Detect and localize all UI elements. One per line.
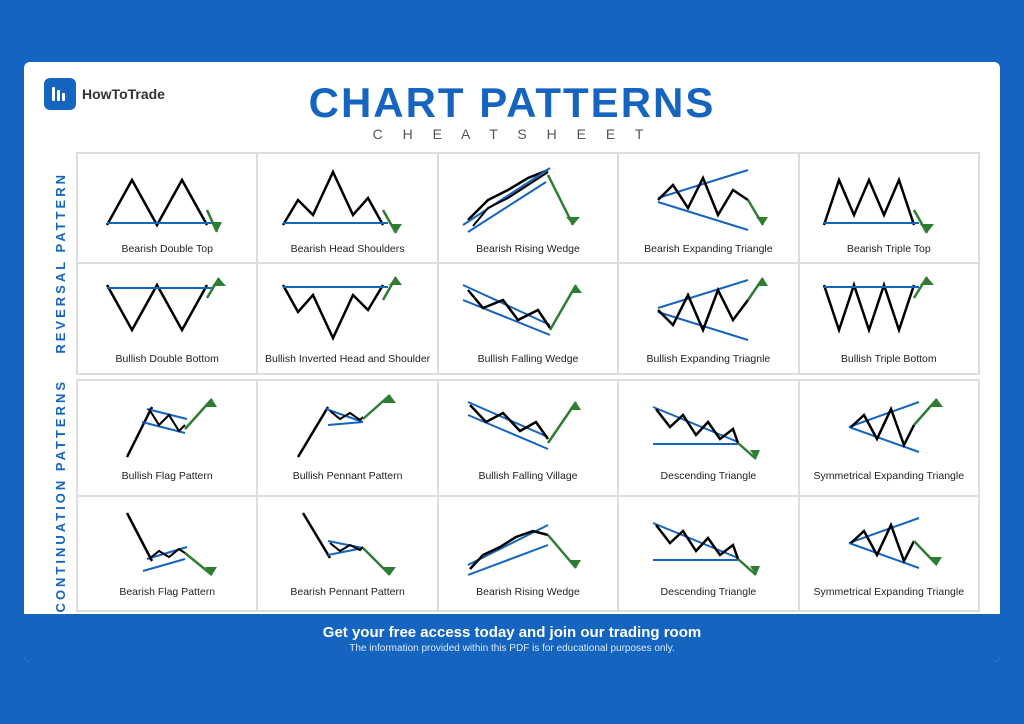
label-bullish-falling-wedge: Bullish Falling Wedge: [478, 353, 579, 367]
footer: Get your free access today and join our …: [24, 614, 1000, 662]
logo-icon: [44, 78, 76, 110]
pattern-bearish-double-top: Bearish Double Top: [77, 153, 257, 264]
label-bearish-pennant: Bearish Pennant Pattern: [290, 586, 404, 600]
continuation-label-col: CONTINUATION PATTERNS: [44, 379, 76, 612]
pattern-bullish-double-bottom: Bullish Double Bottom: [77, 263, 257, 374]
reversal-grid: Bearish Double Top Bearish Head Shoulder…: [76, 152, 980, 375]
reversal-label: REVERSAL PATTERN: [53, 172, 68, 354]
pattern-bullish-inverted-head-shoulder: Bullish Inverted Head and Shoulder: [257, 263, 437, 374]
label-bearish-rising-wedge: Bearish Rising Wedge: [476, 243, 580, 257]
label-bearish-triple-top: Bearish Triple Top: [847, 243, 931, 257]
continuation-section: CONTINUATION PATTERNS: [44, 379, 980, 612]
pattern-bullish-flag: Bullish Flag Pattern: [77, 380, 257, 496]
label-bearish-double-top: Bearish Double Top: [121, 243, 212, 257]
header: HowToTrade CHART PATTERNS C H E A T S H …: [44, 78, 980, 142]
label-bullish-triple-bottom: Bullish Triple Bottom: [841, 353, 937, 367]
label-bullish-flag: Bullish Flag Pattern: [122, 470, 213, 484]
label-bullish-inverted-head-shoulder: Bullish Inverted Head and Shoulder: [265, 353, 430, 367]
pattern-bearish-expanding-triangle: Bearish Expanding Triangle: [618, 153, 798, 264]
label-descending-triangle-1: Descending Triangle: [661, 470, 757, 484]
main-title: CHART PATTERNS: [309, 82, 716, 124]
pattern-bullish-falling-village: Bullish Falling Village: [438, 380, 618, 496]
pattern-symmetrical-expanding-2: Symmetrical Expanding Triangle: [799, 496, 979, 612]
pattern-descending-triangle-2: Descending Triangle: [618, 496, 798, 612]
label-bullish-pennant: Bullish Pennant Pattern: [293, 470, 403, 484]
pattern-bullish-falling-wedge: Bullish Falling Wedge: [438, 263, 618, 374]
label-bearish-flag: Bearish Flag Pattern: [119, 586, 215, 600]
pattern-bearish-rising-wedge-2: Bearish Rising Wedge: [438, 496, 618, 612]
label-bullish-expanding-triangle: Bullish Expanding Triagnle: [647, 353, 771, 367]
label-bearish-rising-wedge-2: Bearish Rising Wedge: [476, 586, 580, 600]
pattern-symmetrical-expanding-1: Symmetrical Expanding Triangle: [799, 380, 979, 496]
label-symmetrical-expanding-2: Symmetrical Expanding Triangle: [814, 586, 965, 600]
pattern-bearish-flag: Bearish Flag Pattern: [77, 496, 257, 612]
continuation-grid: Bullish Flag Pattern Bullish Pennant: [76, 379, 980, 612]
outer-container: HowToTrade CHART PATTERNS C H E A T S H …: [12, 50, 1012, 675]
pattern-bearish-head-shoulders: Bearish Head Shoulders: [257, 153, 437, 264]
footer-main-text: Get your free access today and join our …: [24, 624, 1000, 641]
reversal-label-col: REVERSAL PATTERN: [44, 152, 76, 375]
logo-text: HowToTrade: [82, 86, 165, 102]
pattern-bearish-triple-top: Bearish Triple Top: [799, 153, 979, 264]
pattern-bearish-pennant: Bearish Pennant Pattern: [257, 496, 437, 612]
label-bearish-head-shoulders: Bearish Head Shoulders: [291, 243, 405, 257]
pattern-bearish-rising-wedge: Bearish Rising Wedge: [438, 153, 618, 264]
label-bullish-falling-village: Bullish Falling Village: [478, 470, 577, 484]
label-symmetrical-expanding-1: Symmetrical Expanding Triangle: [814, 470, 965, 484]
pattern-bullish-triple-bottom: Bullish Triple Bottom: [799, 263, 979, 374]
label-descending-triangle-2: Descending Triangle: [661, 586, 757, 600]
logo-area: HowToTrade: [44, 78, 165, 110]
label-bearish-expanding-triangle: Bearish Expanding Triangle: [644, 243, 772, 257]
pattern-descending-triangle-1: Descending Triangle: [618, 380, 798, 496]
pattern-bullish-expanding-triangle: Bullish Expanding Triagnle: [618, 263, 798, 374]
label-bullish-double-bottom: Bullish Double Bottom: [116, 353, 219, 367]
footer-sub-text: The information provided within this PDF…: [24, 643, 1000, 654]
continuation-label: CONTINUATION PATTERNS: [53, 379, 68, 612]
sub-title: C H E A T S H E E T: [373, 126, 652, 142]
reversal-section: REVERSAL PATTERN Bearish Double Top: [44, 152, 980, 375]
pattern-bullish-pennant: Bullish Pennant Pattern: [257, 380, 437, 496]
inner-container: HowToTrade CHART PATTERNS C H E A T S H …: [24, 62, 1000, 663]
